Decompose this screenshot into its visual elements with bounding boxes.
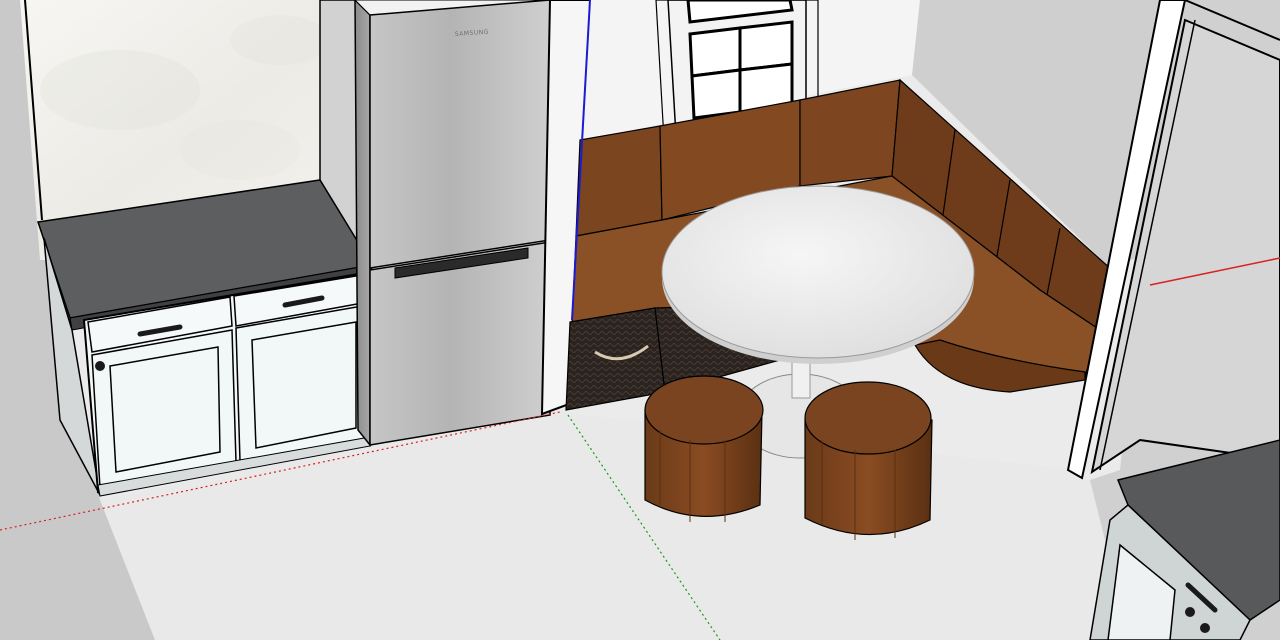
stool-left[interactable] (644, 375, 764, 522)
banquette-back-left[interactable] (575, 125, 663, 237)
table-top[interactable] (661, 185, 975, 359)
right-cabinet-knob[interactable] (1200, 623, 1210, 633)
modeling-viewport[interactable]: SAMSUNG (0, 0, 1280, 640)
refrigerator-upper-door[interactable] (369, 0, 551, 269)
stool-right[interactable] (804, 381, 933, 540)
door-knob-left[interactable] (95, 361, 105, 371)
right-cabinet-knob[interactable] (1185, 607, 1195, 617)
banquette-back-mid2[interactable] (799, 79, 901, 187)
refrigerator-side[interactable] (354, 0, 371, 448)
scene-canvas[interactable]: SAMSUNG (0, 0, 1280, 640)
